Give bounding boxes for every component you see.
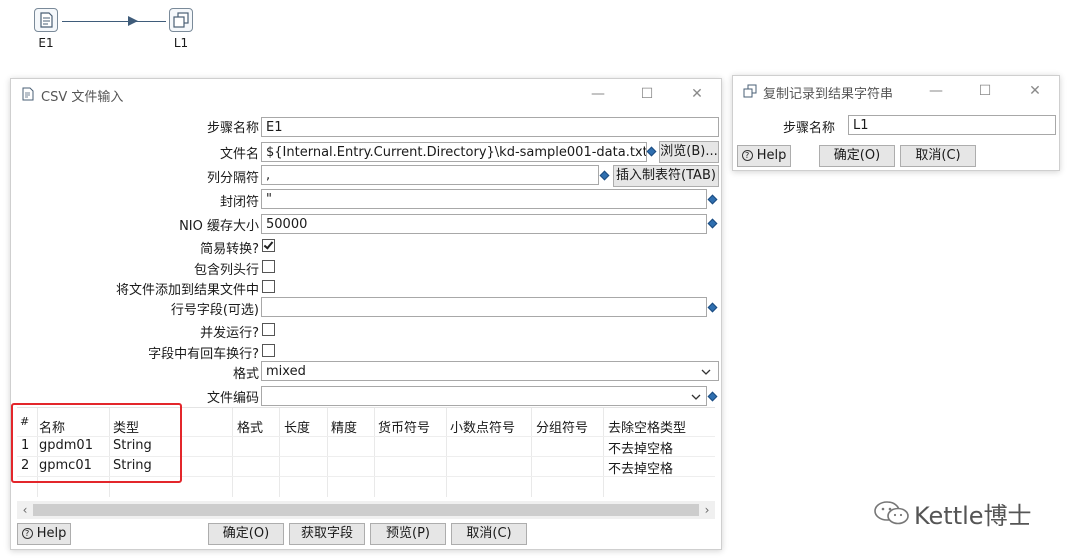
wechat-icon xyxy=(874,501,909,525)
step-name-input[interactable]: L1 xyxy=(848,115,1056,135)
col-header-decimal[interactable]: 小数点符号 xyxy=(450,417,515,436)
highlight-box xyxy=(11,403,182,483)
cancel-button[interactable]: 取消(C) xyxy=(900,145,976,167)
check-icon xyxy=(263,239,274,250)
help-icon: ? xyxy=(741,150,753,161)
help-label: Help xyxy=(756,148,787,163)
dialog-title: 复制记录到结果字符串 xyxy=(763,87,894,102)
copy-dialog-titlebar[interactable]: 复制记录到结果字符串 — ☐ ✕ xyxy=(733,76,1059,106)
col-header-precision[interactable]: 精度 xyxy=(331,417,357,436)
table-cell-trim[interactable]: 不去掉空格 xyxy=(608,438,673,457)
minimize-icon[interactable]: — xyxy=(925,81,947,101)
format-select[interactable]: mixed xyxy=(261,361,719,381)
format-label: 格式 xyxy=(232,367,259,382)
watermark-text: Kettle博士 xyxy=(914,502,1032,530)
variable-icon xyxy=(599,170,610,181)
add-filename-checkbox[interactable] xyxy=(262,280,275,293)
help-icon: ? xyxy=(21,528,33,539)
variable-icon xyxy=(707,194,718,205)
variable-icon xyxy=(707,302,718,313)
lazy-conversion-label: 简易转换? xyxy=(200,242,259,257)
maximize-icon[interactable]: ☐ xyxy=(974,81,996,101)
step-e1-label: E1 xyxy=(38,36,54,50)
csv-input-icon xyxy=(34,8,58,32)
row-number-input[interactable] xyxy=(261,297,707,317)
scroll-left-icon[interactable]: ‹ xyxy=(18,502,32,518)
ok-button[interactable]: 确定(O) xyxy=(208,523,284,545)
chevron-down-icon xyxy=(691,394,701,400)
chevron-down-icon xyxy=(701,369,711,375)
parallel-label: 并发运行? xyxy=(200,326,259,341)
csv-input-icon xyxy=(22,87,34,101)
encoding-label: 文件编码 xyxy=(206,391,259,406)
scrollbar-thumb[interactable] xyxy=(33,504,699,516)
step-l1[interactable]: L1 xyxy=(161,8,201,50)
filename-input[interactable]: ${Internal.Entry.Current.Directory}\kd-s… xyxy=(261,142,647,162)
filename-label: 文件名 xyxy=(219,147,259,162)
step-name-label: 步骤名称 xyxy=(206,121,259,136)
variable-icon xyxy=(707,218,718,229)
nio-buffer-input[interactable]: 50000 xyxy=(261,214,707,234)
delimiter-input[interactable]: , xyxy=(261,165,599,185)
table-cell-trim[interactable]: 不去掉空格 xyxy=(608,458,673,477)
col-header-trim[interactable]: 去除空格类型 xyxy=(608,417,686,436)
variable-icon xyxy=(707,391,718,402)
add-filename-label: 将文件添加到结果文件中 xyxy=(115,283,259,298)
hop-arrow-icon xyxy=(128,16,138,26)
dialog-title: CSV 文件输入 xyxy=(41,90,124,105)
insert-tab-button[interactable]: 插入制表符(TAB) xyxy=(613,165,719,187)
browse-button[interactable]: 浏览(B)... xyxy=(659,141,719,163)
get-fields-button[interactable]: 获取字段 xyxy=(289,523,365,545)
delimiter-label: 列分隔符 xyxy=(206,171,259,186)
col-header-group[interactable]: 分组符号 xyxy=(536,417,588,436)
encoding-select[interactable] xyxy=(261,386,707,406)
hop-line[interactable] xyxy=(62,21,166,22)
enclosure-label: 封闭符 xyxy=(219,195,259,210)
row-number-label: 行号字段(可选) xyxy=(170,303,259,318)
newline-label: 字段中有回车换行? xyxy=(148,347,259,362)
help-label: Help xyxy=(36,526,67,541)
col-header-length[interactable]: 长度 xyxy=(284,417,310,436)
col-header-format[interactable]: 格式 xyxy=(237,417,263,436)
step-e1[interactable]: E1 xyxy=(26,8,66,50)
copy-rows-icon xyxy=(169,8,193,32)
close-icon[interactable]: ✕ xyxy=(1024,81,1046,101)
close-icon[interactable]: ✕ xyxy=(686,84,708,104)
col-header-currency[interactable]: 货币符号 xyxy=(378,417,430,436)
step-name-input[interactable]: E1 xyxy=(261,117,719,137)
ok-button[interactable]: 确定(O) xyxy=(819,145,895,167)
cancel-button[interactable]: 取消(C) xyxy=(451,523,527,545)
copy-rows-dialog: 复制记录到结果字符串 — ☐ ✕ 步骤名称 L1 ? Help 确定(O) 取消… xyxy=(732,75,1060,171)
scroll-right-icon[interactable]: › xyxy=(700,502,714,518)
header-row-label: 包含列头行 xyxy=(193,263,259,278)
enclosure-input[interactable]: " xyxy=(261,189,707,209)
preview-button[interactable]: 预览(P) xyxy=(370,523,446,545)
help-button[interactable]: ? Help xyxy=(737,145,791,167)
table-horizontal-scrollbar[interactable]: ‹ › xyxy=(17,501,715,519)
minimize-icon[interactable]: — xyxy=(587,84,609,104)
step-l1-label: L1 xyxy=(173,36,189,50)
csv-dialog-titlebar[interactable]: CSV 文件输入 — ☐ ✕ xyxy=(11,79,721,109)
parallel-checkbox[interactable] xyxy=(262,323,275,336)
variable-icon xyxy=(646,146,657,157)
maximize-icon[interactable]: ☐ xyxy=(636,84,658,104)
newline-checkbox[interactable] xyxy=(262,344,275,357)
help-button[interactable]: ? Help xyxy=(17,523,71,545)
nio-buffer-label: NIO 缓存大小 xyxy=(179,219,259,234)
copy-rows-icon xyxy=(743,84,757,98)
header-row-checkbox[interactable] xyxy=(262,260,275,273)
step-name-label: 步骤名称 xyxy=(783,121,836,136)
lazy-conversion-checkbox[interactable] xyxy=(262,239,275,252)
